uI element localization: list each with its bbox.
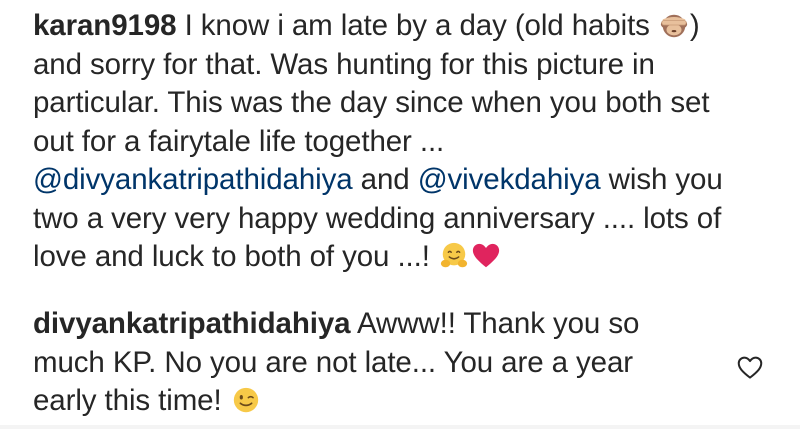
comment-divyankatripathidahiya: divyankatripathidahiya Awww!! Thank you … — [33, 305, 713, 421]
bottom-divider — [0, 425, 800, 429]
comment-text: ) — [689, 9, 700, 42]
comment-line: early this time! — [33, 382, 713, 421]
comment-line: particular. This was the day since when … — [33, 86, 710, 119]
see-no-evil-monkey-icon — [659, 10, 689, 40]
comment-username[interactable]: karan9198 — [33, 9, 177, 42]
comment-username[interactable]: divyankatripathidahiya — [33, 307, 351, 340]
heart-outline-icon — [737, 356, 763, 379]
comment-line: much KP. No you are not late... You are … — [33, 345, 633, 379]
comment-karan9198: karan9198 I know i am late by a day (old… — [33, 7, 763, 277]
mention-link[interactable]: @vivekdahiya — [418, 163, 601, 196]
comment-line: @divyankatripathidahiya and @vivekdahiya… — [33, 161, 763, 200]
comment-line: karan9198 I know i am late by a day (old… — [33, 7, 763, 46]
comment-text: I know i am late by a day (old habits — [184, 9, 658, 42]
comment-line: love and luck to both of you ...! — [33, 238, 763, 277]
winking-face-icon — [231, 385, 261, 415]
like-comment-button[interactable] — [735, 352, 765, 382]
comment-text: Awww!! Thank you so — [350, 307, 640, 340]
comment-text: early this time! — [33, 384, 230, 417]
comment-text: wish you — [600, 163, 723, 196]
comment-line: out for a fairytale life together ... — [33, 124, 445, 158]
comment-text: love and luck to both of you ...! — [33, 240, 438, 273]
comment-line: and sorry for that. Was hunting for this… — [33, 47, 655, 81]
comment-line: divyankatripathidahiya Awww!! Thank you … — [33, 305, 713, 344]
comment-text: and — [352, 163, 418, 196]
red-heart-icon — [471, 241, 501, 271]
comment-line: two a very very happy wedding anniversar… — [33, 201, 722, 235]
mention-link[interactable]: @divyankatripathidahiya — [33, 163, 353, 196]
hugging-face-icon — [439, 241, 469, 271]
